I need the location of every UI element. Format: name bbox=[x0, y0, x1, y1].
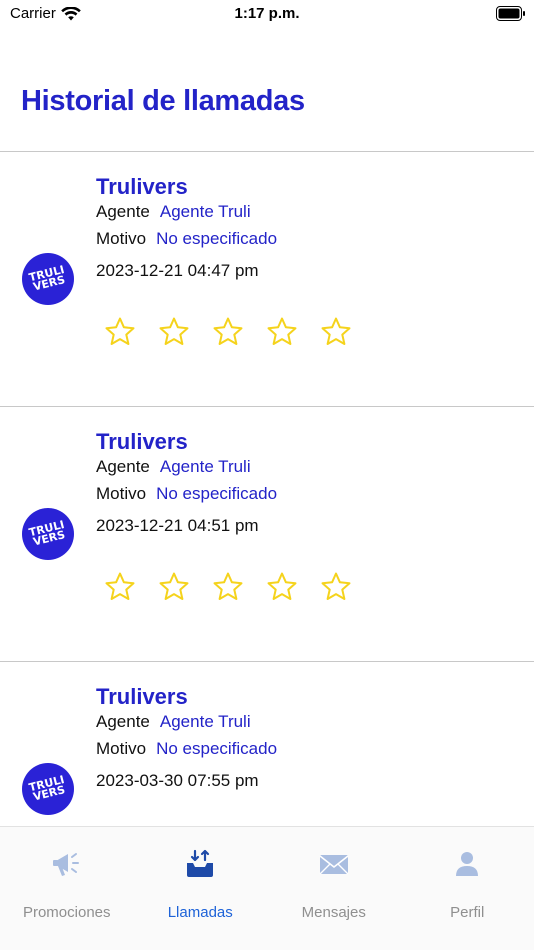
tab-label: Promociones bbox=[22, 904, 111, 921]
call-history-list[interactable]: TRULI VERS Trulivers Agente Agente Truli … bbox=[0, 152, 534, 826]
call-card[interactable]: TRULI VERS Trulivers Agente Agente Truli … bbox=[0, 152, 534, 407]
reason-row: Motivo No especificado bbox=[96, 739, 277, 759]
company-name: Trulivers bbox=[96, 429, 188, 454]
star-icon[interactable] bbox=[212, 316, 244, 348]
company-name: Trulivers bbox=[96, 174, 188, 199]
inbox-download-icon bbox=[183, 849, 217, 879]
battery-icon bbox=[496, 6, 525, 21]
status-time: 1:17 p.m. bbox=[234, 5, 300, 22]
company-logo: TRULI VERS bbox=[22, 508, 74, 560]
person-icon bbox=[450, 849, 484, 879]
tab-llamadas[interactable]: Llamadas bbox=[134, 827, 268, 950]
star-icon[interactable] bbox=[320, 316, 352, 348]
reason-row: Motivo No especificado bbox=[96, 484, 277, 504]
star-icon[interactable] bbox=[104, 571, 136, 603]
company-logo-text: TRULI VERS bbox=[27, 772, 67, 804]
star-icon[interactable] bbox=[158, 316, 190, 348]
reason-value: No especificado bbox=[156, 484, 278, 503]
agent-row: Agente Agente Truli bbox=[96, 457, 251, 477]
company-name: Trulivers bbox=[96, 684, 188, 709]
agent-label: Agente bbox=[96, 457, 150, 476]
tab-mensajes[interactable]: Mensajes bbox=[267, 827, 401, 950]
tab-label: Llamadas bbox=[167, 904, 233, 921]
reason-label: Motivo bbox=[96, 739, 147, 758]
call-card[interactable]: TRULI VERS Trulivers Agente Agente Truli … bbox=[0, 407, 534, 662]
reason-value: No especificado bbox=[156, 739, 278, 758]
company-logo-text: TRULI VERS bbox=[27, 517, 67, 549]
star-icon[interactable] bbox=[320, 571, 352, 603]
company-logo-text: TRULI VERS bbox=[27, 262, 67, 294]
envelope-icon bbox=[317, 849, 351, 879]
rating-stars[interactable] bbox=[104, 316, 352, 348]
page-title: Historial de llamadas bbox=[21, 85, 305, 117]
star-icon[interactable] bbox=[158, 571, 190, 603]
megaphone-icon bbox=[50, 849, 84, 879]
status-bar: Carrier 1:17 p.m. bbox=[0, 0, 534, 30]
reason-value: No especificado bbox=[156, 229, 278, 248]
call-card[interactable]: TRULI VERS Trulivers Agente Agente Truli … bbox=[0, 662, 534, 826]
tab-promociones[interactable]: Promociones bbox=[0, 827, 134, 950]
reason-row: Motivo No especificado bbox=[96, 229, 277, 249]
reason-label: Motivo bbox=[96, 229, 147, 248]
tab-label: Perfil bbox=[450, 904, 485, 921]
agent-value: Agente Truli bbox=[159, 202, 251, 221]
agent-value: Agente Truli bbox=[159, 457, 251, 476]
agent-label: Agente bbox=[96, 202, 150, 221]
tab-perfil[interactable]: Perfil bbox=[401, 827, 534, 950]
call-datetime: 2023-03-30 07:55 pm bbox=[96, 771, 259, 790]
star-icon[interactable] bbox=[104, 316, 136, 348]
star-icon[interactable] bbox=[266, 571, 298, 603]
tab-label: Mensajes bbox=[301, 904, 366, 921]
company-logo: TRULI VERS bbox=[22, 763, 74, 815]
star-icon[interactable] bbox=[212, 571, 244, 603]
agent-label: Agente bbox=[96, 712, 150, 731]
call-datetime: 2023-12-21 04:47 pm bbox=[96, 261, 259, 280]
rating-stars[interactable] bbox=[104, 571, 352, 603]
reason-label: Motivo bbox=[96, 484, 147, 503]
agent-value: Agente Truli bbox=[159, 712, 251, 731]
star-icon[interactable] bbox=[266, 316, 298, 348]
call-datetime: 2023-12-21 04:51 pm bbox=[96, 516, 259, 535]
agent-row: Agente Agente Truli bbox=[96, 712, 251, 732]
agent-row: Agente Agente Truli bbox=[96, 202, 251, 222]
company-logo: TRULI VERS bbox=[22, 253, 74, 305]
tab-bar: Promociones Llamadas Mensajes Perfil bbox=[0, 826, 534, 950]
